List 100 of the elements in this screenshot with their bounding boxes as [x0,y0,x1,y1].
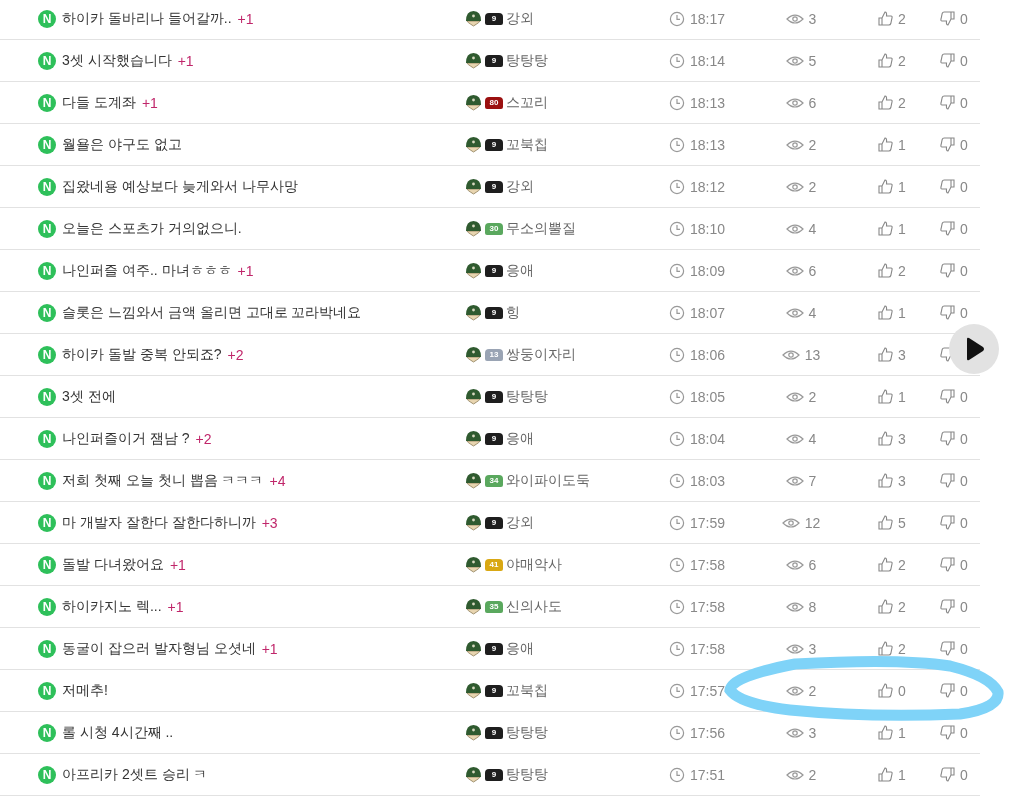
thumbs-down-icon [940,431,955,446]
author-name[interactable]: 응애 [506,639,534,658]
post-title[interactable]: 롤 시청 4시간째 .. [62,723,174,742]
author-name[interactable]: 무소의뿔질 [506,219,576,238]
thumbs-up-icon [878,515,893,530]
author-name[interactable]: 강외 [506,177,534,196]
post-time: 18:12 [690,178,726,195]
like-count: 3 [898,430,906,447]
reply-count: +1 [169,556,186,573]
post-title[interactable]: 동굴이 잡으러 발자형님 오셧네 [62,639,256,658]
helmet-icon [465,346,482,363]
author-name[interactable]: 강외 [506,513,534,532]
helmet-icon [465,136,482,153]
author-name[interactable]: 꼬북칩 [506,681,548,700]
clock-icon [669,94,685,111]
level-badge: 9 [485,642,503,655]
helmet-icon [465,10,482,27]
post-title[interactable]: 다들 도계좌 [62,93,136,112]
view-count: 6 [808,94,817,111]
author-name[interactable]: 응애 [506,261,534,280]
thumbs-up-icon [878,431,893,446]
author-name[interactable]: 야매악사 [506,555,562,574]
post-title[interactable]: 나인퍼즐이거 잼남 ? [62,429,190,448]
like-count: 1 [898,136,906,153]
new-badge: N [38,51,56,70]
post-title[interactable]: 돌발 다녀왔어요 [62,555,164,574]
dislike-count: 0 [960,388,968,405]
author-name[interactable]: 강외 [506,9,534,28]
post-title[interactable]: 아프리카 2셋트 승리 ㅋ [62,765,208,784]
post-time: 17:58 [690,640,726,657]
new-badge: N [38,429,56,448]
reply-count: +1 [167,598,184,615]
post-title[interactable]: 3셋 시작했습니다 [62,51,172,70]
dislike-count: 0 [960,598,968,615]
dislike-count: 0 [960,514,968,531]
like-count: 2 [898,556,906,573]
author-name[interactable]: 신의사도 [506,597,562,616]
post-title[interactable]: 저메추! [62,681,108,700]
post-title[interactable]: 슬롯은 느낌와서 금액 올리면 고대로 꼬라박네요 [62,303,362,322]
reply-count: +1 [237,10,254,27]
thumbs-down-icon [940,221,955,236]
post-title[interactable]: 집왔네용 예상보다 늦게와서 나무사망 [62,177,298,196]
next-button[interactable] [949,324,999,374]
thumbs-down-icon [940,53,955,68]
view-count: 13 [804,346,821,363]
thumbs-down-icon [940,767,955,782]
thumbs-up-icon [878,221,893,236]
eye-icon [785,684,804,697]
level-badge: 9 [485,726,503,739]
eye-icon [785,138,804,151]
clock-icon [669,598,685,615]
post-title[interactable]: 3셋 전에 [62,387,116,406]
view-count: 2 [808,682,817,699]
author-name[interactable]: 탕탕탕 [506,723,548,742]
clock-icon [669,682,685,699]
author-name[interactable]: 탕탕탕 [506,765,548,784]
reply-count: +4 [269,472,286,489]
thumbs-up-icon [878,95,893,110]
author-name[interactable]: 힝 [506,303,520,322]
new-badge: N [38,513,56,532]
post-title[interactable]: 마 개발자 잘한다 잘한다하니까 [62,513,256,532]
thumbs-down-icon [940,725,955,740]
eye-icon [785,306,804,319]
post-title[interactable]: 하이카 돌바리나 들어갈까.. [62,9,232,28]
reply-count: +1 [177,52,194,69]
level-badge: 9 [485,54,503,67]
new-badge: N [38,471,56,490]
thumbs-down-icon [940,137,955,152]
new-badge: N [38,261,56,280]
view-count: 3 [808,10,817,27]
post-title[interactable]: 나인퍼즐 여주.. 마녀ㅎㅎㅎ [62,261,232,280]
post-title[interactable]: 하이카 돌발 중복 안되죠? [62,345,222,364]
post-time: 17:58 [690,556,726,573]
level-badge: 9 [485,138,503,151]
author-name[interactable]: 탕탕탕 [506,387,548,406]
author-name[interactable]: 응애 [506,429,534,448]
eye-icon [785,600,804,613]
author-name[interactable]: 와이파이도둑 [506,471,590,490]
dislike-count: 0 [960,52,968,69]
author-name[interactable]: 쌍둥이자리 [506,345,576,364]
post-title[interactable]: 하이카지노 렉... [62,597,162,616]
eye-icon [785,642,804,655]
clock-icon [669,136,685,153]
post-time: 18:13 [690,94,726,111]
post-title[interactable]: 저희 첫째 오늘 첫니 뽑음 ㅋㅋㅋ [62,471,264,490]
helmet-icon [465,472,482,489]
level-badge: 9 [485,516,503,529]
author-name[interactable]: 탕탕탕 [506,51,548,70]
thumbs-up-icon [878,347,893,362]
thumbs-up-icon [878,767,893,782]
thumbs-up-icon [878,137,893,152]
view-count: 4 [808,220,817,237]
clock-icon [669,556,685,573]
post-time: 18:09 [690,262,726,279]
helmet-icon [465,640,482,657]
post-title[interactable]: 월욜은 야구도 없고 [62,135,182,154]
post-title[interactable]: 오늘은 스포츠가 거의없으니. [62,219,242,238]
eye-icon [785,726,804,739]
author-name[interactable]: 스꼬리 [506,93,548,112]
author-name[interactable]: 꼬북칩 [506,135,548,154]
